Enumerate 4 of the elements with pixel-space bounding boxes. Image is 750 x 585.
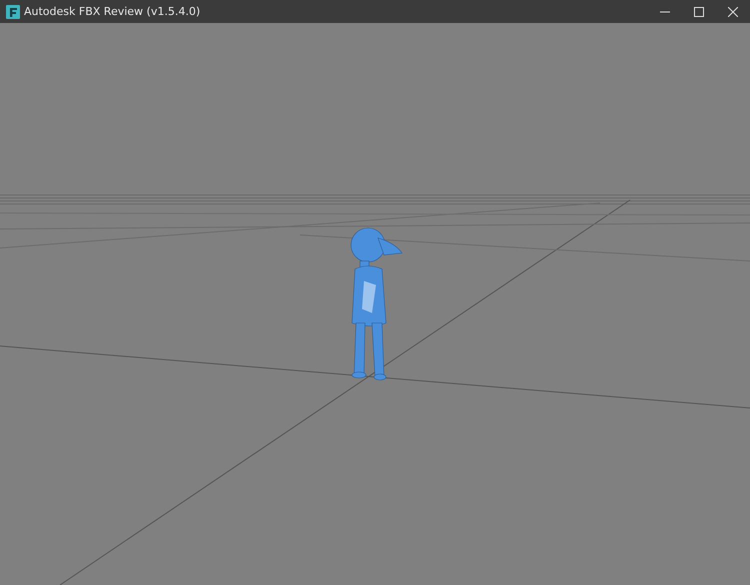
app-logo-icon xyxy=(6,4,20,18)
window-title: Autodesk FBX Review (v1.5.4.0) xyxy=(24,5,202,18)
maximize-icon[interactable] xyxy=(694,6,704,16)
close-icon[interactable] xyxy=(728,6,738,16)
